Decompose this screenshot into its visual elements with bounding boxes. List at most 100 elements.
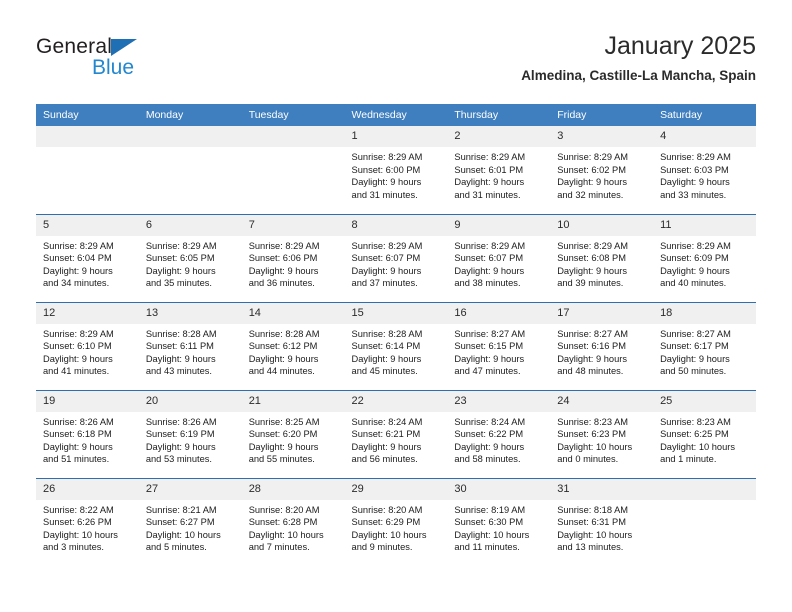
calendar-day-cell[interactable]: 27 Sunrise: 8:21 AM Sunset: 6:27 PM Dayligh… xyxy=(138,477,242,566)
daylight-text-line1: Daylight: 10 hours xyxy=(248,529,324,540)
generalblue-logo: General Blue xyxy=(36,36,186,86)
calendar-day-cell[interactable]: 29 Sunrise: 8:20 AM Sunset: 6:29 PM Dayligh… xyxy=(344,477,448,566)
day-sun-info: Sunrise: 8:22 AM Sunset: 6:26 PM Daylight:… xyxy=(36,500,139,554)
weekday-header-friday: Friday xyxy=(550,104,654,126)
day-sun-info: Sunrise: 8:23 AM Sunset: 6:25 PM Daylight:… xyxy=(653,412,756,466)
daylight-text-line1: Daylight: 9 hours xyxy=(43,441,113,452)
sunrise-text: Sunrise: 8:23 AM xyxy=(557,416,629,427)
page-title: January 2025 xyxy=(604,32,756,60)
sunset-text: Sunset: 6:15 PM xyxy=(454,341,524,352)
day-sun-info: Sunrise: 8:27 AM Sunset: 6:15 PM Daylight:… xyxy=(447,324,550,378)
calendar-day-cell[interactable]: 26 Sunrise: 8:22 AM Sunset: 6:26 PM Dayligh… xyxy=(36,477,139,566)
daylight-text-line1: Daylight: 10 hours xyxy=(557,441,633,452)
calendar-page: General Blue January 2025 Almedina, Cast… xyxy=(0,0,792,612)
daylight-text-line1: Daylight: 9 hours xyxy=(454,177,525,188)
daylight-text-line1: Daylight: 9 hours xyxy=(43,353,113,364)
calendar-day-cell[interactable]: 16 Sunrise: 8:27 AM Sunset: 6:15 PM Dayligh… xyxy=(447,301,551,390)
sunrise-text: Sunrise: 8:26 AM xyxy=(43,416,114,427)
daylight-text-line2: and 55 minutes. xyxy=(248,454,315,465)
calendar-day-cell[interactable]: 31 Sunrise: 8:18 AM Sunset: 6:31 PM Dayligh… xyxy=(550,477,654,566)
calendar-day-cell[interactable]: 10 Sunrise: 8:29 AM Sunset: 6:08 PM Dayligh… xyxy=(550,213,654,302)
daylight-text-line2: and 9 minutes. xyxy=(351,542,413,553)
title-block: January 2025 Almedina, Castille-La Manch… xyxy=(521,30,756,86)
day-number: 9 xyxy=(447,214,551,236)
day-number: 4 xyxy=(653,126,756,147)
sunset-text: Sunset: 6:11 PM xyxy=(145,341,214,352)
calendar-day-cell[interactable]: 3 Sunrise: 8:29 AM Sunset: 6:02 PM Daylight… xyxy=(550,126,654,214)
calendar-day-cell-empty xyxy=(241,126,345,214)
calendar-day-cell[interactable]: 7 Sunrise: 8:29 AM Sunset: 6:06 PM Daylight… xyxy=(241,213,345,302)
sunrise-text: Sunrise: 8:29 AM xyxy=(660,152,731,162)
daylight-text-line2: and 7 minutes. xyxy=(248,542,310,553)
sunset-text: Sunset: 6:07 PM xyxy=(454,253,524,264)
daylight-text-line1: Daylight: 10 hours xyxy=(351,529,427,540)
logo-text-general: General xyxy=(36,36,186,58)
calendar-day-cell[interactable]: 22 Sunrise: 8:24 AM Sunset: 6:21 PM Dayligh… xyxy=(344,389,448,478)
calendar-day-cell[interactable]: 1 Sunrise: 8:29 AM Sunset: 6:00 PM Daylight… xyxy=(344,126,448,214)
sunrise-text: Sunrise: 8:29 AM xyxy=(248,240,320,251)
calendar-day-cell[interactable]: 8 Sunrise: 8:29 AM Sunset: 6:07 PM Daylight… xyxy=(344,213,448,302)
calendar-day-cell[interactable]: 12 Sunrise: 8:29 AM Sunset: 6:10 PM Dayligh… xyxy=(36,301,139,390)
day-number: 14 xyxy=(241,302,345,324)
daylight-text-line2: and 41 minutes. xyxy=(43,366,110,377)
calendar-day-cell[interactable]: 23 Sunrise: 8:24 AM Sunset: 6:22 PM Dayligh… xyxy=(447,389,551,478)
calendar-day-cell[interactable]: 9 Sunrise: 8:29 AM Sunset: 6:07 PM Daylight… xyxy=(447,213,551,302)
daylight-text-line2: and 38 minutes. xyxy=(454,278,521,289)
calendar-day-cell[interactable]: 21 Sunrise: 8:25 AM Sunset: 6:20 PM Dayligh… xyxy=(241,389,345,478)
day-number: 8 xyxy=(344,214,448,236)
calendar-day-cell[interactable]: 6 Sunrise: 8:29 AM Sunset: 6:05 PM Daylight… xyxy=(138,213,242,302)
calendar-day-cell[interactable]: 5 Sunrise: 8:29 AM Sunset: 6:04 PM Daylight… xyxy=(36,213,139,302)
sunset-text: Sunset: 6:31 PM xyxy=(557,517,626,528)
day-sun-info: Sunrise: 8:27 AM Sunset: 6:17 PM Daylight:… xyxy=(653,324,756,378)
daylight-text-line1: Daylight: 10 hours xyxy=(557,529,633,540)
weekday-header-tuesday: Tuesday xyxy=(241,104,345,126)
day-number: 30 xyxy=(447,478,551,500)
day-number: 24 xyxy=(550,390,654,412)
logo-triangle-icon xyxy=(111,39,137,56)
daylight-text-line2: and 36 minutes. xyxy=(248,278,315,289)
weekday-header-wednesday: Wednesday xyxy=(344,104,448,126)
calendar-day-cell[interactable]: 15 Sunrise: 8:28 AM Sunset: 6:14 PM Dayligh… xyxy=(344,301,448,390)
calendar-day-cell[interactable]: 19 Sunrise: 8:26 AM Sunset: 6:18 PM Dayligh… xyxy=(36,389,139,478)
daylight-text-line1: Daylight: 9 hours xyxy=(351,441,422,452)
sunset-text: Sunset: 6:10 PM xyxy=(43,341,112,352)
day-number: 10 xyxy=(550,214,654,236)
sunset-text: Sunset: 6:20 PM xyxy=(248,429,318,440)
daylight-text-line1: Daylight: 9 hours xyxy=(43,265,113,276)
daylight-text-line2: and 0 minutes. xyxy=(557,454,619,465)
calendar-day-cell[interactable]: 30 Sunrise: 8:19 AM Sunset: 6:30 PM Dayligh… xyxy=(447,477,551,566)
calendar-day-cell-empty xyxy=(138,126,242,214)
calendar-week-row: 19 Sunrise: 8:26 AM Sunset: 6:18 PM Dayligh… xyxy=(36,389,756,478)
calendar-day-cell[interactable]: 18 Sunrise: 8:27 AM Sunset: 6:17 PM Dayligh… xyxy=(653,301,756,390)
day-sun-info: Sunrise: 8:29 AM Sunset: 6:01 PM Daylight:… xyxy=(447,147,550,201)
calendar-day-cell[interactable]: 14 Sunrise: 8:28 AM Sunset: 6:12 PM Dayligh… xyxy=(241,301,345,390)
daylight-text-line2: and 39 minutes. xyxy=(557,278,624,289)
day-number: 13 xyxy=(138,302,242,324)
calendar-day-cell[interactable]: 28 Sunrise: 8:20 AM Sunset: 6:28 PM Dayligh… xyxy=(241,477,345,566)
sunset-text: Sunset: 6:16 PM xyxy=(557,341,626,352)
calendar-day-cell[interactable]: 20 Sunrise: 8:26 AM Sunset: 6:19 PM Dayligh… xyxy=(138,389,242,478)
sunset-text: Sunset: 6:29 PM xyxy=(351,517,421,528)
calendar-day-cell[interactable]: 2 Sunrise: 8:29 AM Sunset: 6:01 PM Daylight… xyxy=(447,126,551,214)
calendar-day-cell[interactable]: 24 Sunrise: 8:23 AM Sunset: 6:23 PM Dayligh… xyxy=(550,389,654,478)
weekday-header-sunday: Sunday xyxy=(36,104,139,126)
daylight-text-line2: and 5 minutes. xyxy=(145,542,207,553)
day-number: 11 xyxy=(653,214,756,236)
calendar-day-cell[interactable]: 25 Sunrise: 8:23 AM Sunset: 6:25 PM Dayligh… xyxy=(653,389,756,478)
sunset-text: Sunset: 6:04 PM xyxy=(43,253,112,264)
sunset-text: Sunset: 6:18 PM xyxy=(43,429,112,440)
sunset-text: Sunset: 6:26 PM xyxy=(43,517,112,528)
daylight-text-line2: and 33 minutes. xyxy=(660,189,727,200)
sunset-text: Sunset: 6:22 PM xyxy=(454,429,524,440)
daylight-text-line1: Daylight: 9 hours xyxy=(660,265,730,276)
calendar-day-cell[interactable]: 13 Sunrise: 8:28 AM Sunset: 6:11 PM Dayligh… xyxy=(138,301,242,390)
calendar-day-cell[interactable]: 17 Sunrise: 8:27 AM Sunset: 6:16 PM Dayligh… xyxy=(550,301,654,390)
day-sun-info: Sunrise: 8:29 AM Sunset: 6:08 PM Daylight:… xyxy=(550,236,653,290)
calendar-day-cell[interactable]: 4 Sunrise: 8:29 AM Sunset: 6:03 PM Daylight… xyxy=(653,126,756,214)
calendar-week-row: 12 Sunrise: 8:29 AM Sunset: 6:10 PM Dayligh… xyxy=(36,301,756,390)
daylight-text-line1: Daylight: 9 hours xyxy=(248,353,319,364)
calendar-day-cell[interactable]: 11 Sunrise: 8:29 AM Sunset: 6:09 PM Dayligh… xyxy=(653,213,756,302)
daylight-text-line1: Daylight: 9 hours xyxy=(660,353,730,364)
daylight-text-line1: Daylight: 9 hours xyxy=(557,265,627,276)
day-number: 29 xyxy=(344,478,448,500)
